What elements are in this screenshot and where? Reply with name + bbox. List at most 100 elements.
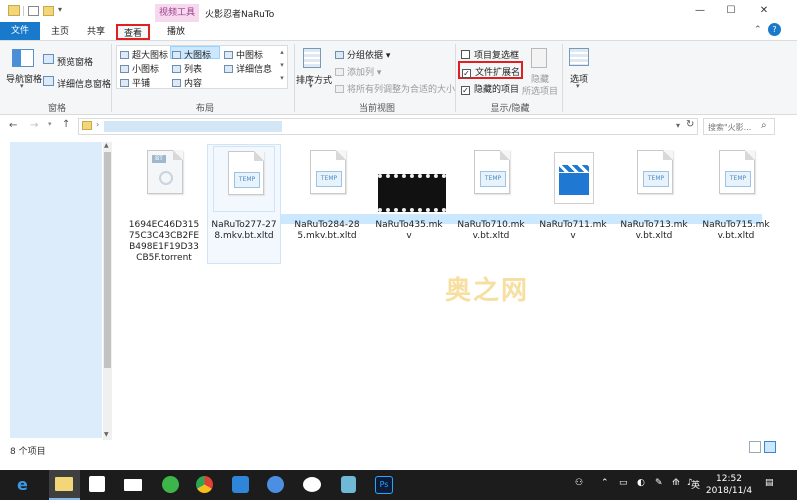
layout-small-label: 小图标 [132,65,160,75]
group-label-pane: 窗格 [47,104,66,114]
add-column-button[interactable]: 添加列 ▾ [335,65,381,78]
sort-by-dropdown-icon[interactable]: ▾ [309,82,313,90]
file-item[interactable]: NaRuTo711.mkv [537,146,609,242]
temp-badge: TEMP [480,171,506,187]
action-center-icon[interactable]: ▤ [765,478,774,488]
navigation-pane-icon[interactable] [12,49,34,67]
address-path[interactable] [104,121,282,132]
layout-content[interactable]: 内容 [172,76,202,89]
address-dropdown-icon[interactable]: ▾ [676,121,680,130]
sort-by-button[interactable]: 排序方式 [296,73,332,86]
fit-columns-button[interactable]: 将所有列调整为合适的大小 [335,82,455,95]
file-item[interactable]: NaRuTo435.mkv [373,146,446,242]
show-hidden-icons-icon[interactable]: ⌃ [601,478,609,488]
input-method-indicator[interactable]: 英 [691,478,700,491]
layout-extra-large-icons[interactable]: 超大图标 [120,48,168,61]
clapperboard-icon [554,152,594,204]
file-item-selected[interactable]: TEMP NaRuTo277-278.mkv.bt.xltd [207,144,281,264]
wechat-icon[interactable] [303,477,321,492]
preview-pane-button[interactable]: 预览窗格 [57,55,93,68]
options-icon[interactable] [569,48,589,66]
file-explorer-icon[interactable] [55,477,73,491]
mail-icon[interactable] [124,479,142,491]
large-icons-view-icon[interactable] [764,441,776,453]
edge-icon[interactable]: e [17,476,28,494]
network-icon[interactable]: ⟰ [672,478,680,488]
help-icon[interactable]: ? [768,23,781,36]
tab-home[interactable]: 主页 [44,24,76,40]
layout-tiles[interactable]: 平铺 [120,76,150,89]
battery-icon[interactable]: ▭ [619,478,628,488]
refresh-icon[interactable]: ↻ [686,119,694,130]
address-chevron-icon[interactable]: › [96,120,99,129]
layout-medium-icons[interactable]: 中图标 [224,48,263,61]
layout-list-label: 列表 [184,65,203,75]
up-icon[interactable]: ↑ [62,119,70,130]
search-icon[interactable]: ⌕ [761,120,767,131]
maximize-icon[interactable]: ☐ [724,4,738,18]
layout-details[interactable]: 详细信息 [224,62,272,75]
temp-file-icon: TEMP [637,150,673,194]
tab-share[interactable]: 共享 [80,24,112,40]
hide-selected-items-label[interactable]: 所选项目 [522,84,558,97]
file-item[interactable]: TEMP NaRuTo715.mkv.bt.xltd [700,146,772,242]
file-item[interactable]: BT 1694EC46D31575C3C43CB2FEB498E1F19D33C… [128,146,200,264]
details-pane-icon[interactable] [43,76,54,86]
options-dropdown-icon[interactable]: ▾ [576,82,580,90]
file-item[interactable]: TEMP NaRuTo713.mkv.bt.xltd [618,146,690,242]
navigation-pane[interactable] [10,142,102,438]
nav-scroll-up-icon[interactable]: ▲ [104,142,109,149]
user-icon[interactable]: ⚇ [575,478,583,488]
details-view-icon[interactable] [749,441,761,453]
navigation-pane-button[interactable]: 导航窗格 [6,72,42,85]
thunder-download-icon[interactable] [232,476,249,493]
fit-columns-icon [335,85,344,93]
layout-large-icons[interactable]: 大图标 [172,48,211,61]
recent-locations-icon[interactable]: ▾ [48,120,52,128]
layout-small-icons[interactable]: 小图标 [120,62,159,75]
nav-pane-scroll-thumb[interactable] [104,152,111,368]
hide-selected-icon[interactable] [531,48,547,68]
file-name: NaRuTo277-278.mkv.bt.xltd [211,220,277,241]
group-label-layout: 布局 [195,104,214,114]
tab-view[interactable]: 查看 [116,24,150,40]
layout-scroll-arrows-icon[interactable]: ▴ ▾ ▾ [277,46,287,88]
minimize-icon[interactable]: — [693,4,707,18]
pen-icon[interactable]: ✎ [655,478,663,488]
back-icon[interactable]: ← [9,120,17,131]
group-by-button[interactable]: 分组依据 ▾ [335,48,390,61]
layout-extra-large-label: 超大图标 [132,51,169,61]
store-icon[interactable] [89,476,105,492]
tab-file[interactable]: 文件 [0,22,40,40]
nav-scroll-down-icon[interactable]: ▼ [104,431,109,438]
properties-icon[interactable] [28,6,39,16]
window-title: 火影忍者NaRuTo [205,10,275,20]
ribbon-collapse-icon[interactable]: ⌃ [754,25,762,35]
small-icons-icon [120,65,129,73]
file-item[interactable]: TEMP NaRuTo710.mkv.bt.xltd [455,146,527,242]
file-thumbnail: TEMP [296,146,358,212]
quick-access-dropdown-icon[interactable]: ▾ [58,5,62,14]
details-pane-button[interactable]: 详细信息窗格 [57,77,111,90]
tab-play[interactable]: 播放 [156,24,196,40]
photoshop-icon[interactable]: Ps [375,476,393,494]
large-icons-icon [172,51,181,59]
360-browser-icon[interactable] [162,476,179,493]
file-item[interactable]: TEMP NaRuTo284-285.mkv.bt.xltd [291,146,363,242]
item-checkboxes-toggle[interactable]: 项目复选框 [461,48,519,61]
sort-by-icon[interactable] [303,48,321,68]
notes-app-icon[interactable] [341,476,356,493]
preview-pane-icon[interactable] [43,54,54,64]
hidden-items-toggle[interactable]: ✓ 隐藏的项目 [461,82,519,95]
video-film-icon [378,174,446,212]
blue-app-icon[interactable] [267,476,284,493]
new-folder-icon[interactable] [43,6,54,16]
layout-list[interactable]: 列表 [172,62,202,75]
forward-icon[interactable]: → [30,120,38,131]
tray-app-icon[interactable]: ◐ [637,478,645,488]
taskbar-clock[interactable]: 12:52 2018/11/4 [704,473,754,497]
chrome-icon[interactable] [196,476,213,493]
file-extensions-toggle[interactable]: ✓ 文件扩展名 [462,65,520,78]
nav-pane-dropdown-icon[interactable]: ▾ [20,82,24,90]
close-icon[interactable]: ✕ [757,4,771,18]
